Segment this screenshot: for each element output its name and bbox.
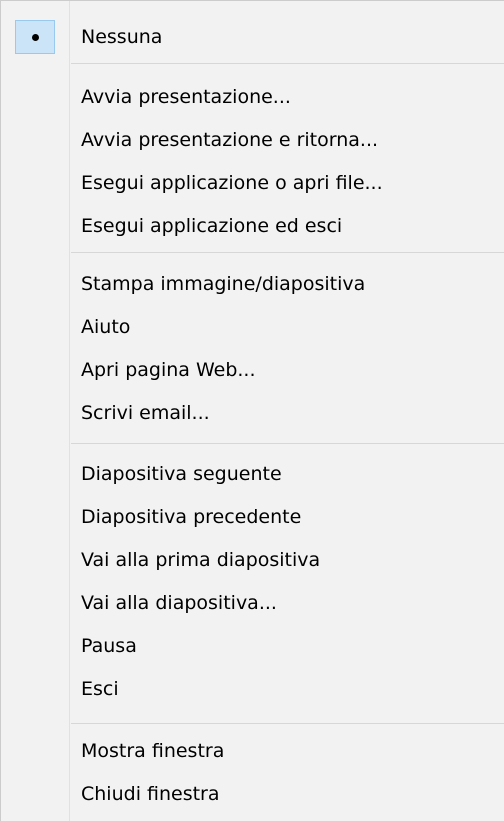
menu-item-label: Nessuna	[81, 26, 163, 48]
menu-item-label: Vai alla prima diapositiva	[81, 549, 321, 571]
menu-item-avvia-presentazione-ritorna[interactable]: Avvia presentazione e ritorna...	[1, 120, 504, 160]
menu-item-avvia-presentazione[interactable]: Avvia presentazione...	[1, 77, 504, 117]
menu-item-label: Avvia presentazione...	[81, 86, 291, 108]
menu-item-esci[interactable]: Esci	[1, 669, 504, 709]
menu-item-label: Pausa	[81, 635, 137, 657]
menu-item-apri-pagina-web[interactable]: Apri pagina Web...	[1, 350, 504, 390]
menu-item-label: Avvia presentazione e ritorna...	[81, 129, 379, 151]
menu-item-aiuto[interactable]: Aiuto	[1, 307, 504, 347]
menu-item-label: Diapositiva seguente	[81, 463, 282, 485]
menu-item-chiudi-finestra[interactable]: Chiudi finestra	[1, 774, 504, 814]
menu-separator	[71, 63, 504, 64]
menu-item-diapositiva-precedente[interactable]: Diapositiva precedente	[1, 497, 504, 537]
menu-item-label: Apri pagina Web...	[81, 359, 256, 381]
menu-item-vai-alla-diapositiva[interactable]: Vai alla diapositiva...	[1, 583, 504, 623]
menu-item-label: Stampa immagine/diapositiva	[81, 273, 366, 295]
menu-item-esegui-applicazione-apri-file[interactable]: Esegui applicazione o apri file...	[1, 163, 504, 203]
context-menu: Nessuna Avvia presentazione... Avvia pre…	[0, 0, 504, 821]
menu-item-scrivi-email[interactable]: Scrivi email...	[1, 393, 504, 433]
menu-item-label: Diapositiva precedente	[81, 506, 302, 528]
menu-separator	[71, 723, 504, 724]
menu-item-label: Esegui applicazione ed esci	[81, 215, 343, 237]
menu-item-mostra-finestra[interactable]: Mostra finestra	[1, 731, 504, 771]
menu-item-stampa-immagine[interactable]: Stampa immagine/diapositiva	[1, 264, 504, 304]
menu-item-label: Chiudi finestra	[81, 783, 220, 805]
menu-item-label: Esegui applicazione o apri file...	[81, 172, 383, 194]
menu-item-esegui-applicazione-esci[interactable]: Esegui applicazione ed esci	[1, 206, 504, 246]
menu-item-vai-prima-diapositiva[interactable]: Vai alla prima diapositiva	[1, 540, 504, 580]
menu-item-label: Esci	[81, 678, 119, 700]
menu-item-label: Vai alla diapositiva...	[81, 592, 277, 614]
menu-item-pausa[interactable]: Pausa	[1, 626, 504, 666]
menu-item-label: Scrivi email...	[81, 402, 210, 424]
menu-item-label: Aiuto	[81, 316, 131, 338]
menu-item-nessuna[interactable]: Nessuna	[1, 17, 504, 57]
menu-separator	[71, 443, 504, 444]
menu-item-diapositiva-seguente[interactable]: Diapositiva seguente	[1, 454, 504, 494]
menu-item-label: Mostra finestra	[81, 740, 225, 762]
menu-separator	[71, 252, 504, 253]
